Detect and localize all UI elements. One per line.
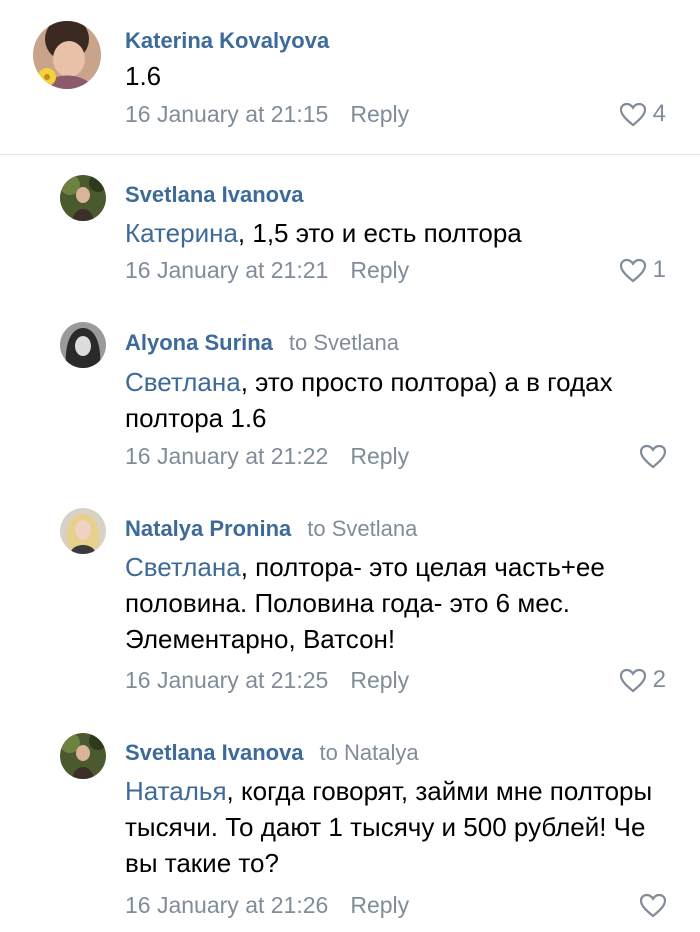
mention-link[interactable]: Катерина bbox=[125, 218, 238, 248]
comment-text: 1.6 bbox=[125, 58, 665, 94]
author-name[interactable]: Natalya Pronina bbox=[125, 516, 291, 541]
like-button[interactable]: 1 bbox=[619, 256, 666, 284]
mention-link[interactable]: Светлана bbox=[125, 552, 241, 582]
comment-meta: 16 January at 21:15 Reply bbox=[125, 100, 409, 128]
heart-outline-icon bbox=[639, 893, 667, 917]
mention-link[interactable]: Наталья bbox=[125, 776, 227, 806]
avatar-katerina[interactable] bbox=[33, 21, 101, 89]
like-button[interactable]: 2 bbox=[619, 666, 666, 694]
reply-to-label[interactable]: to Svetlana bbox=[289, 330, 399, 355]
heart-outline-icon bbox=[619, 258, 646, 282]
comment-text: Светлана, полтора- это целая часть+ее по… bbox=[125, 549, 685, 657]
heart-outline-icon bbox=[619, 102, 646, 126]
comment-body: 1.6 bbox=[125, 61, 162, 91]
avatar-svetlana[interactable] bbox=[60, 733, 106, 779]
avatar-image bbox=[60, 322, 106, 368]
like-button[interactable] bbox=[639, 891, 667, 919]
comment-text: Светлана, это просто полтора) а в годах … bbox=[125, 364, 625, 436]
timestamp: 16 January at 21:26 bbox=[125, 892, 329, 918]
comment-meta: 16 January at 21:21 Reply bbox=[125, 256, 409, 284]
like-count: 2 bbox=[652, 666, 666, 693]
comment-meta: 16 January at 21:22 Reply bbox=[125, 442, 409, 470]
author-name[interactable]: Svetlana Ivanova bbox=[125, 182, 304, 207]
reply-button[interactable]: Reply bbox=[350, 443, 409, 469]
mention-link[interactable]: Светлана bbox=[125, 367, 241, 397]
avatar-natalya[interactable] bbox=[60, 508, 106, 554]
timestamp: 16 January at 21:25 bbox=[125, 667, 329, 693]
reply-to-label[interactable]: to Svetlana bbox=[307, 516, 417, 541]
heart-outline-icon bbox=[619, 668, 646, 692]
avatar-alyona[interactable] bbox=[60, 322, 106, 368]
author-line: Alyona Surina to Svetlana bbox=[125, 330, 399, 356]
reply-button[interactable]: Reply bbox=[350, 667, 409, 693]
avatar-image bbox=[60, 508, 106, 554]
like-button[interactable] bbox=[639, 442, 667, 470]
timestamp: 16 January at 21:22 bbox=[125, 443, 329, 469]
reply-button[interactable]: Reply bbox=[350, 101, 409, 127]
heart-outline-icon bbox=[639, 444, 667, 468]
author-name[interactable]: Katerina Kovalyova bbox=[125, 28, 329, 53]
avatar-image bbox=[60, 733, 106, 779]
comment-text: Катерина, 1,5 это и есть полтора bbox=[125, 215, 685, 251]
author-line: Natalya Pronina to Svetlana bbox=[125, 516, 417, 542]
reply-button[interactable]: Reply bbox=[350, 257, 409, 283]
thread-divider bbox=[0, 154, 700, 155]
like-count: 1 bbox=[652, 256, 666, 283]
avatar-image bbox=[33, 21, 101, 89]
timestamp: 16 January at 21:21 bbox=[125, 257, 329, 283]
author-name[interactable]: Svetlana Ivanova bbox=[125, 740, 304, 765]
like-button[interactable]: 4 bbox=[619, 100, 666, 128]
comment-body: , 1,5 это и есть полтора bbox=[237, 218, 522, 248]
comment-text: Наталья, когда говорят, займи мне полтор… bbox=[125, 773, 665, 881]
like-count: 4 bbox=[652, 100, 666, 127]
avatar-svetlana[interactable] bbox=[60, 175, 106, 221]
avatar-image bbox=[60, 175, 106, 221]
author-line: Svetlana Ivanova bbox=[125, 182, 304, 208]
reply-to-label[interactable]: to Natalya bbox=[320, 740, 419, 765]
comment-meta: 16 January at 21:26 Reply bbox=[125, 891, 409, 919]
author-line: Svetlana Ivanova to Natalya bbox=[125, 740, 419, 766]
timestamp: 16 January at 21:15 bbox=[125, 101, 329, 127]
reply-button[interactable]: Reply bbox=[350, 892, 409, 918]
comment-meta: 16 January at 21:25 Reply bbox=[125, 666, 409, 694]
author-name[interactable]: Alyona Surina bbox=[125, 330, 273, 355]
author-line: Katerina Kovalyova bbox=[125, 28, 329, 54]
